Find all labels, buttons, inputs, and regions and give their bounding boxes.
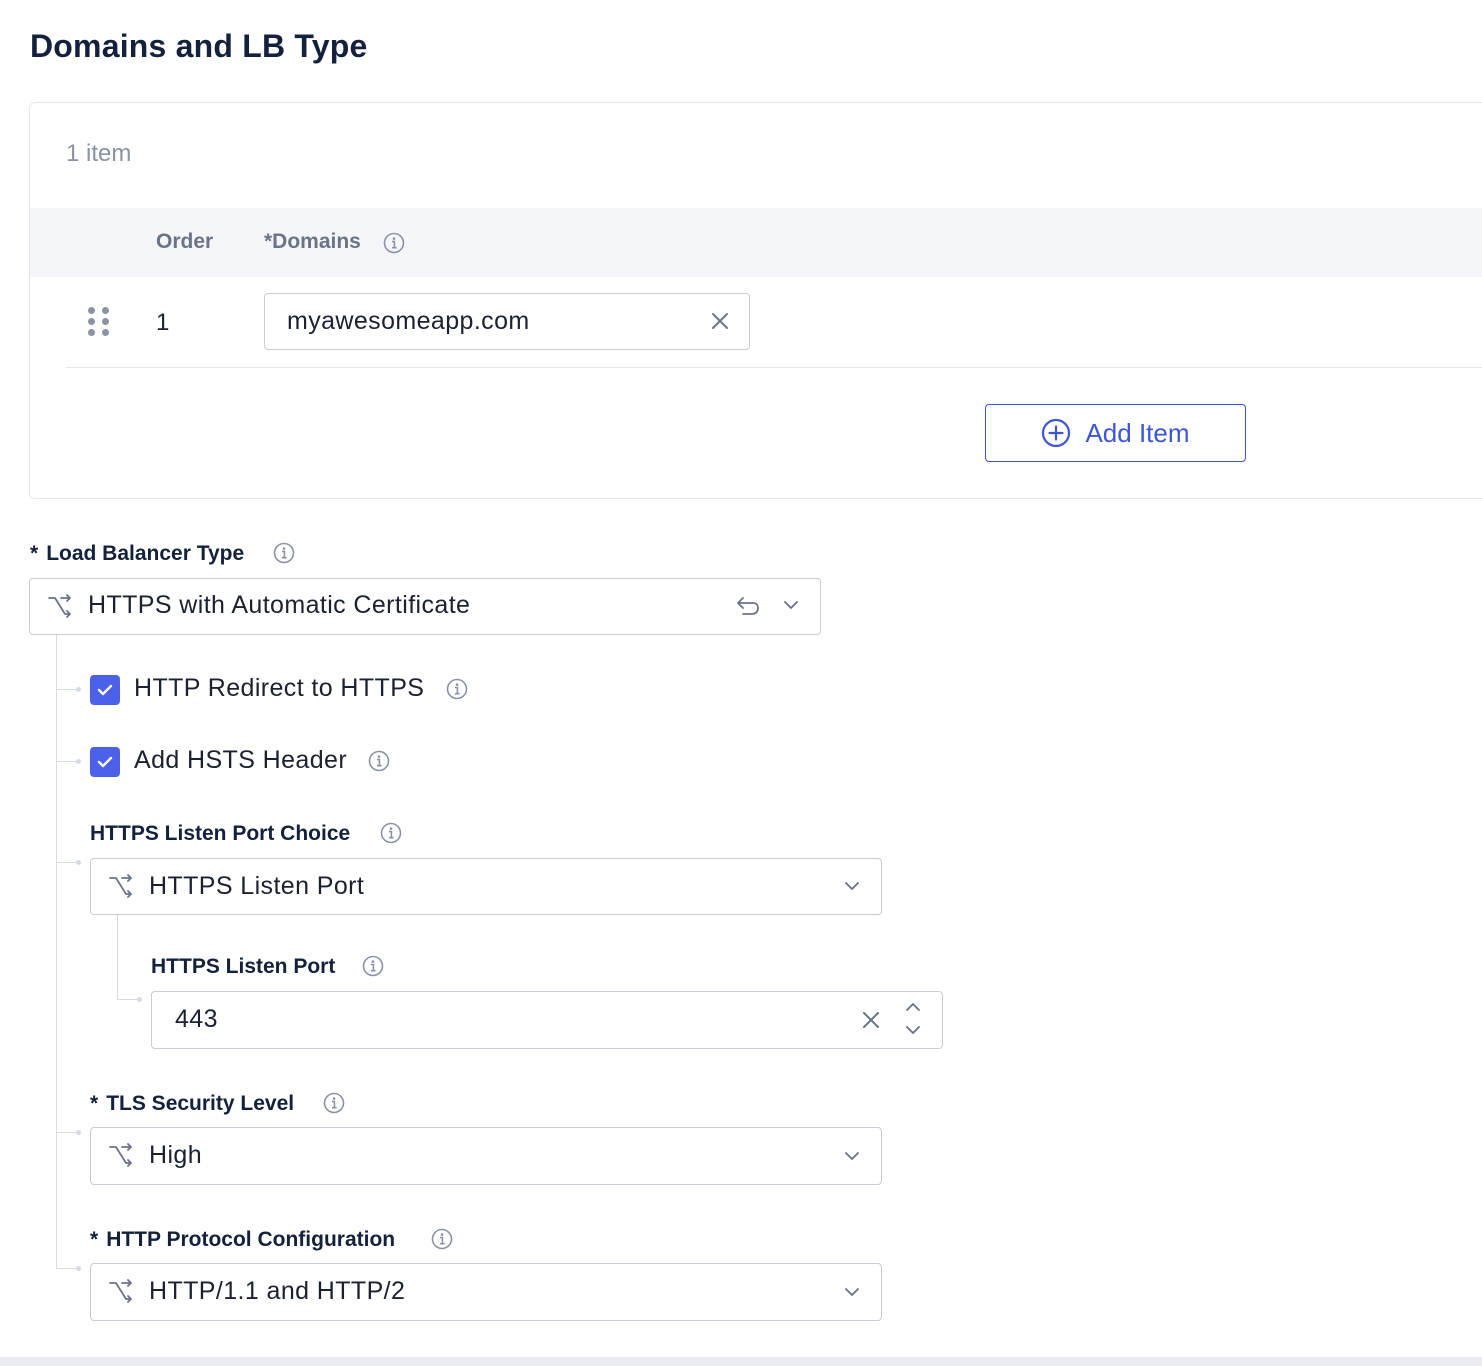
tree-line [117,915,118,999]
chevron-down-icon[interactable] [843,1285,861,1299]
info-icon[interactable] [362,955,384,977]
tree-node [76,687,81,692]
check-icon [97,684,113,696]
tree-branch [56,689,76,690]
row-divider [66,367,1482,368]
return-icon[interactable] [735,594,761,618]
table-header [30,208,1482,277]
http-redirect-checkbox[interactable] [90,675,120,705]
info-icon[interactable] [431,1228,453,1250]
tree-branch [56,1132,76,1133]
info-icon[interactable] [273,542,295,564]
http-redirect-label: HTTP Redirect to HTTPS [134,674,425,702]
domain-input-value: myawesomeapp.com [287,307,530,335]
port-choice-label: HTTPS Listen Port Choice [90,822,351,845]
listen-port-input[interactable] [151,991,943,1049]
info-icon[interactable] [383,232,405,254]
choice-split-icon [109,874,132,898]
port-choice-value: HTTPS Listen Port [149,872,365,900]
row-order: 1 [156,309,170,336]
tls-select[interactable] [90,1127,882,1185]
hsts-label: Add HSTS Header [134,746,348,774]
info-icon[interactable] [323,1092,345,1114]
tree-node [76,860,81,865]
info-icon[interactable] [446,678,468,700]
lb-type-value: HTTPS with Automatic Certificate [88,591,471,619]
check-icon [97,756,113,768]
bottom-bar [0,1357,1482,1366]
lb-type-label: * Load Balancer Type [30,542,245,565]
http-protocol-label: * HTTP Protocol Configuration [90,1228,396,1251]
item-count: 1 item [66,140,132,167]
chevron-down-icon[interactable] [843,1149,861,1163]
add-item-label: Add Item [1085,417,1190,448]
http-protocol-value: HTTP/1.1 and HTTP/2 [149,1277,406,1305]
info-icon[interactable] [368,750,390,772]
tls-value: High [149,1141,203,1169]
choice-split-icon [109,1143,132,1167]
add-item-button[interactable]: Add Item [985,404,1246,462]
stepper-icon[interactable] [904,1000,922,1038]
chevron-down-icon[interactable] [843,879,861,893]
page-title: Domains and LB Type [30,28,368,64]
tree-node [137,997,142,1002]
close-icon[interactable] [711,312,729,330]
tree-line [56,635,57,1268]
tree-node [76,1266,81,1271]
tree-branch [56,862,76,863]
plus-circle-icon [1042,418,1071,448]
choice-split-icon [109,1279,132,1303]
tls-label: * TLS Security Level [90,1092,295,1115]
close-icon[interactable] [862,1011,880,1029]
hsts-checkbox[interactable] [90,747,120,777]
column-header-order: Order [156,230,214,253]
column-header-domains: *Domains [264,230,361,253]
tree-node [76,759,81,764]
info-icon[interactable] [380,822,402,844]
tree-branch [56,1268,76,1269]
tree-node [76,1130,81,1135]
tree-branch [117,999,137,1000]
listen-port-value: 443 [175,1005,218,1033]
chevron-down-icon[interactable] [782,598,800,612]
domains-card [29,102,1482,499]
choice-split-icon [48,594,71,618]
listen-port-label: HTTPS Listen Port [151,955,336,978]
drag-handle-icon[interactable] [88,307,110,339]
tree-branch [56,761,76,762]
